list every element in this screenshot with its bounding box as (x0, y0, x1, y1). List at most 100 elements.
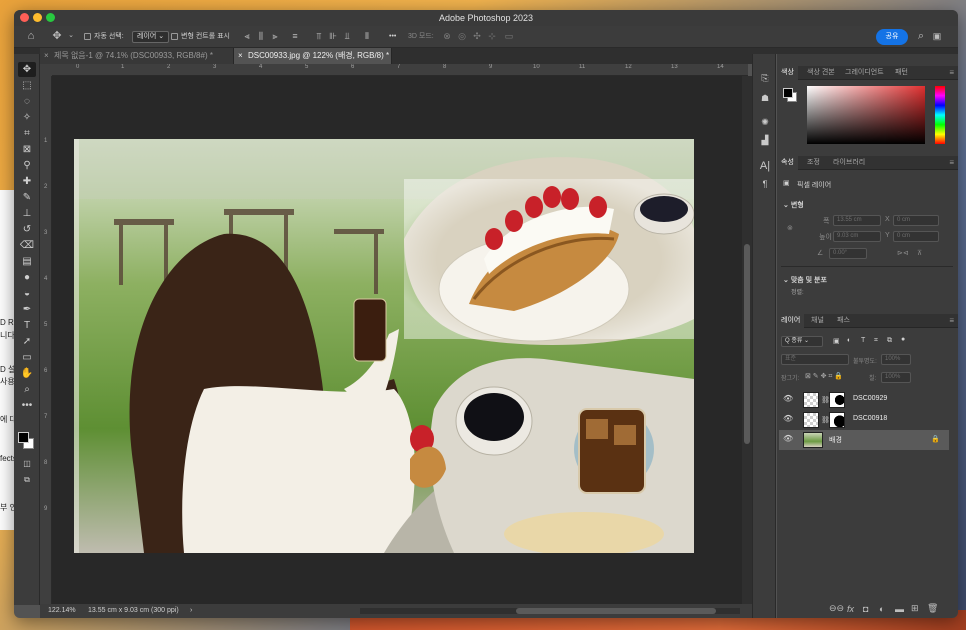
horizontal-scroll-thumb[interactable] (516, 608, 716, 614)
filter-shape-icon[interactable]: ⌗ (874, 337, 878, 345)
link-icon[interactable]: ⊗ (787, 224, 793, 232)
slide-3d-icon[interactable]: ⊹ (487, 31, 497, 41)
gradient-tool-icon[interactable]: ▤ (18, 254, 36, 269)
shape-tool-icon[interactable]: ▭ (18, 350, 36, 365)
transform-section-header[interactable]: ⌄ 변형 (783, 200, 804, 210)
width-field[interactable]: 13.55 cm (833, 215, 881, 226)
tab-gradients[interactable]: 그레이디언트 (841, 66, 888, 80)
filter-toggle-icon[interactable]: ● (901, 336, 905, 343)
layer-mask-thumbnail[interactable] (829, 412, 845, 428)
character-icon[interactable]: A| (758, 160, 772, 172)
zoom-level[interactable]: 122.14% (48, 604, 76, 618)
history-brush-tool-icon[interactable]: ↺ (18, 222, 36, 237)
tab-adjustments[interactable]: 조정 (803, 156, 824, 170)
hand-tool-icon[interactable]: ✋ (18, 366, 36, 381)
layer-filter-dropdown[interactable]: Q 종류 ⌄ (781, 336, 823, 347)
tab-patterns[interactable]: 패턴 (891, 66, 912, 80)
tab-untitled[interactable]: × 제목 없음-1 @ 74.1% (DSC00933, RGB/8#) * (40, 48, 234, 64)
blur-tool-icon[interactable]: ● (18, 270, 36, 285)
chevron-down-icon[interactable]: ⌄ (66, 31, 76, 41)
tab-properties[interactable]: 속성 (777, 156, 798, 170)
add-mask-icon[interactable]: ◘ (863, 604, 868, 614)
adjustment-layer-icon[interactable]: ◐ (879, 604, 884, 614)
trash-icon[interactable]: 🗑 (927, 603, 938, 614)
marquee-tool-icon[interactable]: ⬚ (18, 78, 36, 93)
tab-swatches[interactable]: 색상 견본 (803, 66, 839, 80)
eyedropper-tool-icon[interactable]: ⚲ (18, 158, 36, 173)
canvas-area[interactable] (52, 76, 742, 604)
tab-libraries[interactable]: 라이브러리 (829, 156, 869, 170)
move-tool-icon[interactable]: ✥ (52, 31, 62, 42)
align-right-icon[interactable]: ⫸ (270, 31, 280, 41)
distribute-vertical-icon[interactable]: ⦀ (362, 31, 372, 41)
vertical-scroll-thumb[interactable] (744, 244, 750, 444)
filter-pixel-icon[interactable]: ▣ (833, 337, 840, 345)
tab-color[interactable]: 색상 (777, 66, 798, 80)
orbit-3d-icon[interactable]: ⊗ (442, 31, 452, 41)
tab-paths[interactable]: 패스 (833, 314, 854, 328)
hue-slider[interactable] (935, 86, 945, 144)
foreground-color-swatch[interactable] (18, 432, 29, 443)
more-options-button[interactable]: ••• (389, 31, 396, 43)
eraser-tool-icon[interactable]: ⌫ (18, 238, 36, 253)
filter-type-icon[interactable]: T (861, 337, 865, 344)
filter-smart-icon[interactable]: ⧉ (887, 337, 892, 345)
transform-controls-checkbox[interactable]: 변형 컨트롤 표시 (171, 31, 230, 43)
x-field[interactable]: 0 cm (893, 215, 939, 226)
layer-mask-thumbnail[interactable] (829, 392, 845, 408)
tab-dsc00933[interactable]: × DSC00933.jpg @ 122% (배경, RGB/8) * (234, 48, 392, 64)
height-field[interactable]: 9.03 cm (833, 231, 881, 242)
opacity-field[interactable]: 100% (881, 354, 911, 365)
layer-row-dsc00929[interactable]: 👁 ⛓ DSC00929 (779, 390, 949, 410)
fill-field[interactable]: 100% (881, 372, 911, 383)
zoom-window-button[interactable] (46, 13, 55, 22)
screen-mode-icon[interactable]: ⧉ (18, 472, 36, 487)
close-tab-icon[interactable]: × (238, 48, 243, 64)
lock-icon[interactable]: 🔒 (931, 435, 940, 443)
pen-tool-icon[interactable]: ✒ (18, 302, 36, 317)
actions-icon[interactable]: ☗ (758, 92, 772, 104)
blend-mode-dropdown[interactable]: 표준 (781, 354, 849, 365)
brush-tool-icon[interactable]: ✎ (18, 190, 36, 205)
y-field[interactable]: 0 cm (893, 231, 939, 242)
layer-row-dsc00918[interactable]: 👁 ⛓ DSC00918 (779, 410, 949, 430)
move-tool-icon[interactable]: ✥ (18, 62, 36, 77)
flip-vertical-icon[interactable]: ⊼ (917, 249, 922, 257)
color-field[interactable] (807, 86, 925, 144)
horizontal-scrollbar[interactable] (360, 608, 740, 614)
frame-tool-icon[interactable]: ⊠ (18, 142, 36, 157)
dodge-tool-icon[interactable]: ◒ (18, 286, 36, 301)
layer-name[interactable]: DSC00929 (853, 395, 887, 402)
panel-menu-icon[interactable]: ≡ (949, 66, 954, 80)
share-button[interactable]: 공유 (876, 29, 908, 45)
minimize-window-button[interactable] (33, 13, 42, 22)
align-middle-icon[interactable]: ⊪ (328, 31, 338, 41)
paragraph-icon[interactable]: ¶ (758, 178, 772, 190)
fx-icon[interactable]: fx (847, 604, 854, 614)
align-left-icon[interactable]: ⫷ (242, 31, 252, 41)
zoom-tool-icon[interactable]: ⌕ (18, 382, 36, 397)
new-layer-icon[interactable]: ⊞ (911, 603, 919, 614)
lock-icons[interactable]: ⊠ ✎ ✥ ⌗ 🔒 (805, 372, 843, 381)
more-tools-icon[interactable]: ••• (18, 398, 36, 413)
auto-select-checkbox[interactable]: 자동 선택: (84, 31, 124, 43)
visibility-eye-icon[interactable]: 👁 (783, 394, 793, 403)
workspace-icon[interactable]: ▣ (932, 31, 942, 41)
history-icon[interactable]: ⎘ (758, 72, 772, 84)
visibility-eye-icon[interactable]: 👁 (783, 414, 793, 423)
filter-adjustment-icon[interactable]: ◐ (847, 337, 851, 344)
layer-name[interactable]: 배경 (829, 435, 842, 445)
vertical-ruler[interactable]: 1 2 3 4 5 6 7 8 9 (40, 76, 52, 606)
search-icon[interactable]: ⌕ (916, 31, 926, 42)
link-layers-icon[interactable]: ⊖⊖ (829, 603, 844, 614)
quick-mask-icon[interactable]: ◫ (18, 456, 36, 471)
close-window-button[interactable] (20, 13, 29, 22)
horizontal-ruler[interactable]: 0 1 2 3 4 5 6 7 8 9 10 11 12 13 14 (52, 64, 748, 76)
type-tool-icon[interactable]: T (18, 318, 36, 333)
drag-3d-icon[interactable]: ✣ (472, 31, 482, 41)
layer-name[interactable]: DSC00918 (853, 415, 887, 422)
brushes-icon[interactable]: ✺ (758, 116, 772, 128)
auto-select-dropdown[interactable]: 레이어 ⌄ (132, 31, 170, 43)
align-bottom-icon[interactable]: ⫫ (342, 31, 352, 41)
histogram-icon[interactable]: ▟ (758, 134, 772, 146)
